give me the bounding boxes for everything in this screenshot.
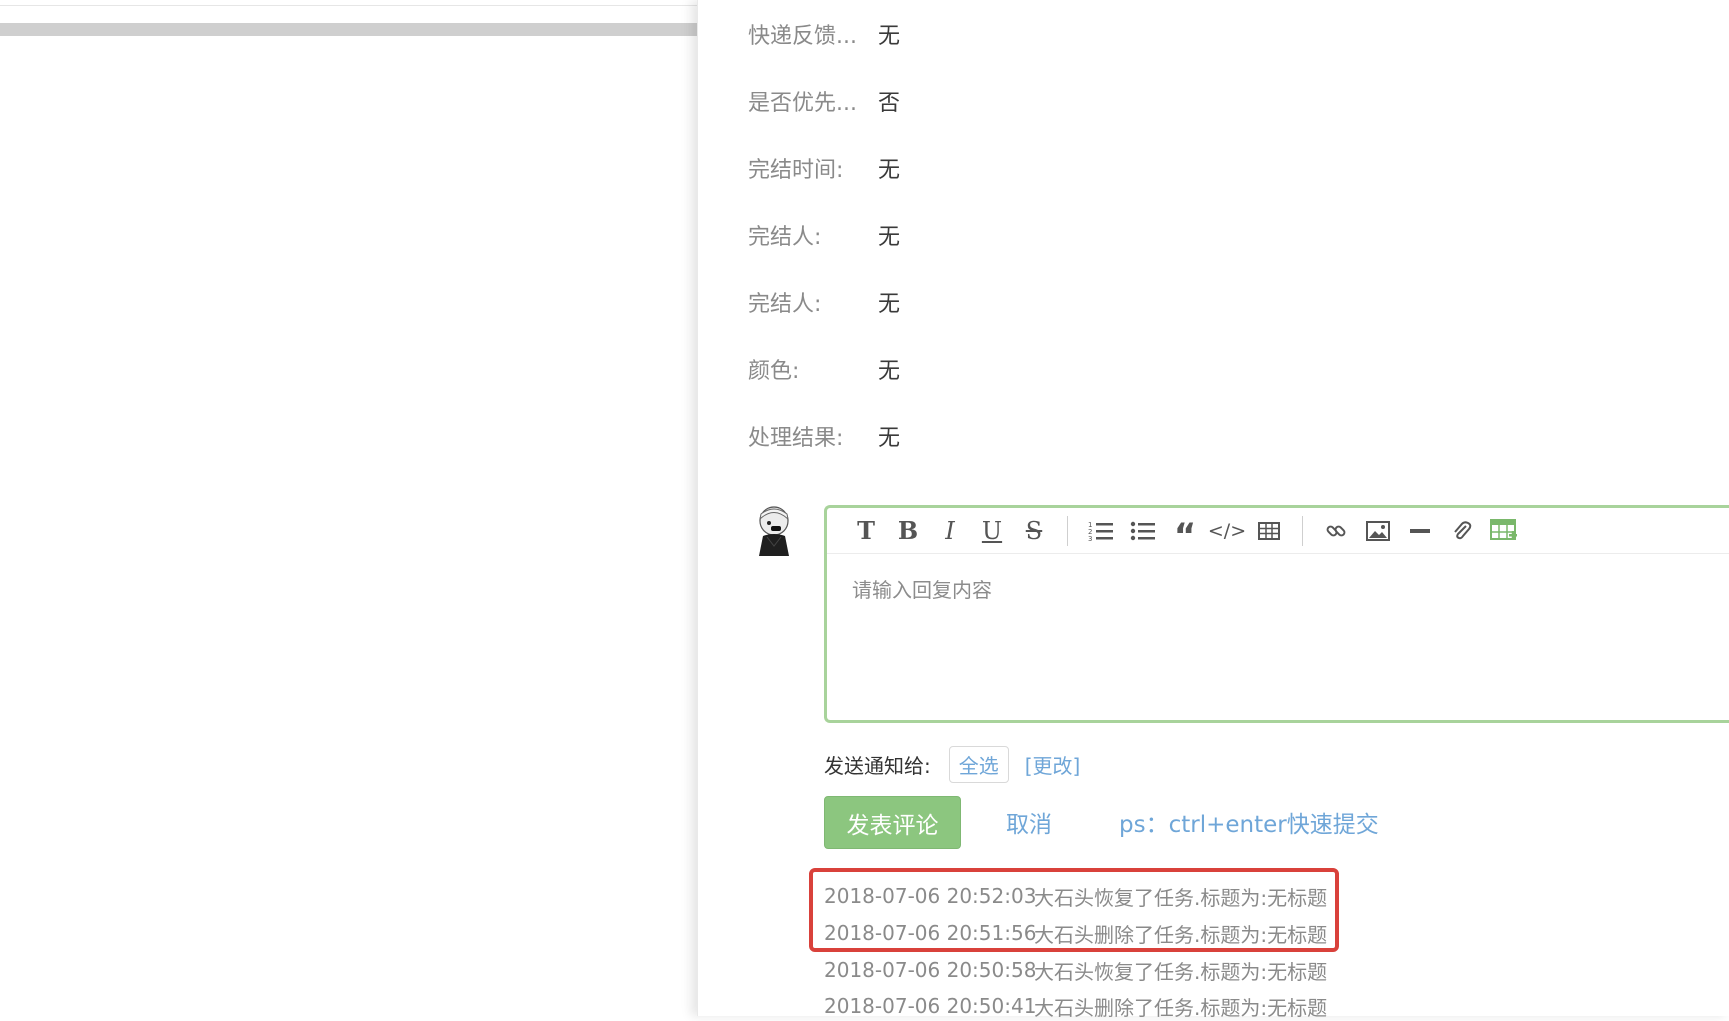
field-row: 是否优先... 否 xyxy=(748,85,900,117)
horizontal-rule-icon[interactable] xyxy=(1399,514,1441,548)
toolbar-divider xyxy=(1067,515,1068,546)
cancel-link[interactable]: 取消 xyxy=(1006,805,1052,839)
field-label: 完结人: xyxy=(748,225,822,250)
field-value: 无 xyxy=(878,225,901,250)
log-entry: 2018-07-06 20:50:58 大石头恢复了任务.标题为:无标题 xyxy=(824,955,1327,985)
field-value: 无 xyxy=(878,359,901,384)
notify-label: 发送通知给: xyxy=(824,753,931,778)
link-icon[interactable] xyxy=(1315,514,1357,548)
underline-icon[interactable]: U xyxy=(971,514,1013,548)
image-icon[interactable] xyxy=(1357,514,1399,548)
bold-icon[interactable]: B xyxy=(887,514,929,548)
post-comment-button[interactable]: 发表评论 xyxy=(824,796,961,849)
heading-icon[interactable]: T xyxy=(845,514,887,548)
field-label: 快递反馈... xyxy=(748,24,857,49)
log-text: 大石头恢复了任务.标题为:无标题 xyxy=(1034,885,1328,910)
log-time: 2018-07-06 20:51:56 xyxy=(824,921,1037,945)
change-recipients-link[interactable]: [更改] xyxy=(1025,750,1081,779)
notify-row: 发送通知给: 全选 [更改] xyxy=(824,745,1081,783)
strikethrough-icon[interactable]: S xyxy=(1013,514,1055,548)
field-row: 完结人: 无 xyxy=(748,219,900,251)
reply-editor[interactable]: T B I U S 123 “ </> 请输入回复内容 xyxy=(824,505,1729,723)
insert-table-icon[interactable] xyxy=(1483,514,1525,548)
attachment-icon[interactable] xyxy=(1441,514,1483,548)
task-detail-panel: 快递反馈... 无 是否优先... 否 完结时间: 无 完结人: 无 完结人: … xyxy=(697,0,1729,1020)
field-value: 否 xyxy=(878,91,901,116)
quote-icon[interactable]: “ xyxy=(1164,514,1206,556)
log-time: 2018-07-06 20:50:58 xyxy=(824,958,1037,982)
code-icon[interactable]: </> xyxy=(1206,514,1248,548)
avatar xyxy=(749,504,799,556)
log-time: 2018-07-06 20:50:41 xyxy=(824,994,1037,1018)
editor-toolbar: T B I U S 123 “ </> xyxy=(827,508,1729,556)
italic-icon[interactable]: I xyxy=(929,514,971,548)
select-all-button[interactable]: 全选 xyxy=(948,745,1009,783)
field-row: 处理结果: 无 xyxy=(748,420,900,452)
field-value: 无 xyxy=(878,24,901,49)
table-icon[interactable] xyxy=(1248,514,1290,548)
field-label: 颜色: xyxy=(748,359,800,384)
field-row: 完结人: 无 xyxy=(748,286,900,318)
toolbar-divider xyxy=(1302,515,1303,546)
log-text: 大石头删除了任务.标题为:无标题 xyxy=(1034,922,1328,947)
log-text: 大石头恢复了任务.标题为:无标题 xyxy=(1034,959,1328,984)
field-row: 完结时间: 无 xyxy=(748,152,900,184)
field-label: 完结时间: xyxy=(748,158,844,183)
log-time: 2018-07-06 20:52:03 xyxy=(824,884,1037,908)
log-entry: 2018-07-06 20:50:41 大石头删除了任务.标题为:无标题 xyxy=(824,991,1327,1021)
log-entry: 2018-07-06 20:51:56 大石头删除了任务.标题为:无标题 xyxy=(824,918,1327,948)
field-row: 快递反馈... 无 xyxy=(748,18,900,50)
reply-input-placeholder[interactable]: 请输入回复内容 xyxy=(852,574,992,603)
field-label: 是否优先... xyxy=(748,91,857,116)
field-value: 无 xyxy=(878,426,901,451)
divider xyxy=(0,5,697,6)
field-label: 处理结果: xyxy=(748,426,844,451)
svg-text:3: 3 xyxy=(1088,535,1092,542)
ordered-list-icon[interactable]: 123 xyxy=(1080,514,1122,548)
field-value: 无 xyxy=(878,292,901,317)
log-text: 大石头删除了任务.标题为:无标题 xyxy=(1034,995,1328,1020)
horizontal-scrollbar[interactable] xyxy=(0,23,697,36)
unordered-list-icon[interactable] xyxy=(1122,514,1164,548)
field-value: 无 xyxy=(878,158,901,183)
field-row: 颜色: 无 xyxy=(748,353,900,385)
field-label: 完结人: xyxy=(748,292,822,317)
log-entry: 2018-07-06 20:52:03 大石头恢复了任务.标题为:无标题 xyxy=(824,881,1327,911)
left-pane xyxy=(0,0,697,1016)
shortcut-hint: ps：ctrl+enter快速提交 xyxy=(1119,812,1379,838)
